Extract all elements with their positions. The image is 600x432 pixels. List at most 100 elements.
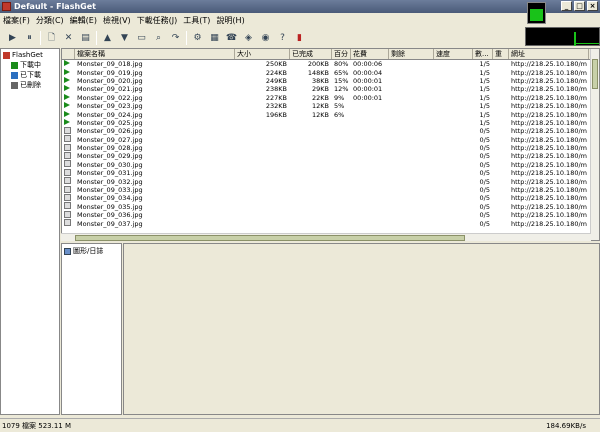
table-row[interactable]: Monster_09_034.jpg 0/5 http://218.25.10.18… (62, 193, 599, 202)
cell-elapsed: 00:00:01 (353, 93, 383, 102)
tab-graph-log[interactable]: 圖形/日誌 (64, 246, 119, 256)
table-row[interactable]: Monster_09_032.jpg 0/5 http://218.25.10.18… (62, 177, 599, 186)
close-button[interactable]: × (587, 1, 598, 11)
cell-name: Monster_09_023.jpg (77, 102, 143, 111)
table-row[interactable]: Monster_09_025.jpg 1/5 http://218.25.10.18… (62, 118, 599, 127)
table-row[interactable]: Monster_09_019.jpg 224KB 148KB 65% 00:00:04 1… (62, 68, 599, 77)
find-next-icon[interactable]: ↷ (169, 32, 182, 45)
column-header[interactable]: 網址 (509, 49, 589, 59)
cell-name: Monster_09_032.jpg (77, 177, 143, 186)
cell-elapsed: 00:00:01 (353, 85, 383, 94)
column-header[interactable]: 大小 (235, 49, 290, 59)
maximize-button[interactable]: □ (574, 1, 585, 11)
vertical-scrollbar[interactable] (590, 49, 599, 240)
table-row[interactable]: Monster_09_029.jpg 0/5 http://218.25.10.18… (62, 152, 599, 160)
waiting-icon (64, 126, 71, 134)
options-icon[interactable]: ⚙ (191, 32, 204, 45)
help-icon[interactable]: ? (276, 32, 289, 45)
open-folder-icon[interactable]: ▭ (135, 32, 148, 45)
find-icon[interactable]: ⌕ (152, 32, 165, 45)
table-row[interactable]: Monster_09_020.jpg 249KB 38KB 15% 00:00:01 1/… (62, 76, 599, 85)
cell-name: Monster_09_028.jpg (77, 144, 143, 153)
waiting-icon (64, 185, 71, 193)
column-header[interactable]: 剩餘 (389, 49, 434, 59)
table-row[interactable]: Monster_09_035.jpg 0/5 http://218.25.10.18… (62, 202, 599, 211)
cell-elapsed: 00:00:04 (353, 68, 383, 77)
table-row[interactable]: Monster_09_018.jpg 250KB 200KB 80% 00:00:06 1… (62, 60, 599, 68)
menu-item[interactable]: 檢視(V) (103, 15, 131, 26)
column-header[interactable]: 已完成 (290, 49, 332, 59)
cell-name: Monster_09_026.jpg (77, 127, 143, 136)
cell-pct: 15% (334, 76, 349, 85)
vertical-scroll-thumb[interactable] (592, 59, 598, 89)
menu-item[interactable]: 檔案(F) (3, 15, 30, 26)
cell-url: http://218.25.10.180/m (511, 169, 587, 178)
table-row[interactable]: Monster_09_033.jpg 0/5 http://218.25.10.18… (62, 185, 599, 194)
toolbar-separator (96, 31, 97, 45)
column-header[interactable] (62, 49, 75, 59)
tree-item[interactable]: 已下載 (3, 70, 57, 80)
cell-name: Monster_09_019.jpg (77, 68, 143, 77)
delete-icon[interactable]: ✕ (62, 32, 75, 45)
minimize-button[interactable]: _ (561, 1, 572, 11)
graph-log-icon (64, 247, 71, 255)
column-header[interactable]: 花費 (351, 49, 389, 59)
new-icon[interactable]: 🗋 (45, 32, 58, 45)
table-row[interactable]: Monster_09_031.jpg 0/5 http://218.25.10.18… (62, 168, 599, 178)
tree-item[interactable]: 已刪除 (3, 80, 57, 90)
start-icon[interactable]: ▶ (6, 32, 19, 45)
downloading-icon (11, 61, 18, 69)
table-row[interactable]: Monster_09_037.jpg 0/5 http://218.25.10.18… (62, 219, 599, 228)
move-down-icon[interactable]: ▼ (118, 32, 131, 45)
menu-item[interactable]: 說明(H) (216, 15, 244, 26)
connect-icon[interactable]: ▦ (208, 32, 221, 45)
menu-item[interactable]: 下載任務(J) (137, 15, 178, 26)
cell-blocks: 0/5 (479, 177, 490, 186)
table-row[interactable]: Monster_09_027.jpg 0/5 http://218.25.10.18… (62, 135, 599, 144)
column-header[interactable]: 百分 (332, 49, 351, 59)
table-row[interactable]: Monster_09_023.jpg 232KB 12KB 5% 1/5 http://2… (62, 102, 599, 110)
menu-item[interactable]: 工具(T) (183, 15, 210, 26)
table-row[interactable]: Monster_09_022.jpg 227KB 22KB 9% 00:00:01 1/5… (62, 93, 599, 102)
horizontal-scroll-thumb[interactable] (75, 235, 465, 241)
row-status-cell (62, 68, 75, 77)
row-status-cell (62, 118, 75, 127)
cell-name: Monster_09_029.jpg (77, 152, 143, 161)
cell-blocks: 1/5 (479, 93, 490, 102)
tree-item[interactable]: 下載中 (3, 60, 57, 70)
menu-item[interactable]: 分類(C) (36, 15, 64, 26)
exit-icon[interactable]: ▮ (293, 32, 306, 45)
table-row[interactable]: Monster_09_026.jpg 0/5 http://218.25.10.18… (62, 126, 599, 136)
cell-url: http://218.25.10.180/m (511, 118, 587, 127)
cell-url: http://218.25.10.180/m (511, 102, 587, 111)
column-header[interactable]: 數... (473, 49, 493, 59)
pause-icon[interactable]: ⏸ (23, 32, 36, 45)
download-list: 檔案名稱 大小 已完成 百分 花費 剩餘 速度 數... 重網址 Monster_09_018.… (61, 48, 600, 241)
horizontal-scrollbar[interactable] (61, 233, 591, 241)
table-row[interactable]: Monster_09_030.jpg 0/5 http://218.25.10.18… (62, 160, 599, 169)
downloading-icon (64, 102, 70, 109)
cell-url: http://218.25.10.180/m (511, 160, 587, 169)
column-header[interactable]: 檔案名稱 (75, 49, 235, 59)
cell-pct: 12% (334, 85, 349, 94)
column-header[interactable]: 重 (493, 49, 509, 59)
waiting-icon (64, 210, 71, 218)
table-row[interactable]: Monster_09_028.jpg 0/5 http://218.25.10.18… (62, 143, 599, 153)
table-row[interactable]: Monster_09_021.jpg 238KB 29KB 12% 00:00:01 1/… (62, 85, 599, 93)
properties-icon[interactable]: ▤ (79, 32, 92, 45)
network-icon[interactable]: ◉ (259, 32, 272, 45)
cell-elapsed: 00:00:06 (353, 60, 383, 69)
cell-blocks: 1/5 (479, 110, 490, 119)
site-explorer-icon[interactable]: ◈ (242, 32, 255, 45)
graph-log-content (123, 243, 600, 415)
tree-item[interactable]: FlashGet (3, 50, 57, 60)
menu-item[interactable]: 編輯(E) (70, 15, 97, 26)
cell-name: Monster_09_036.jpg (77, 211, 143, 220)
table-row[interactable]: Monster_09_036.jpg 0/5 http://218.25.10.18… (62, 210, 599, 220)
dial-icon[interactable]: ☎ (225, 32, 238, 45)
table-row[interactable]: Monster_09_024.jpg 196KB 12KB 6% 1/5 http://2… (62, 110, 599, 119)
cell-url: http://218.25.10.180/m (511, 60, 587, 69)
column-header[interactable]: 速度 (434, 49, 473, 59)
downloading-icon (64, 110, 70, 117)
move-up-icon[interactable]: ▲ (101, 32, 114, 45)
